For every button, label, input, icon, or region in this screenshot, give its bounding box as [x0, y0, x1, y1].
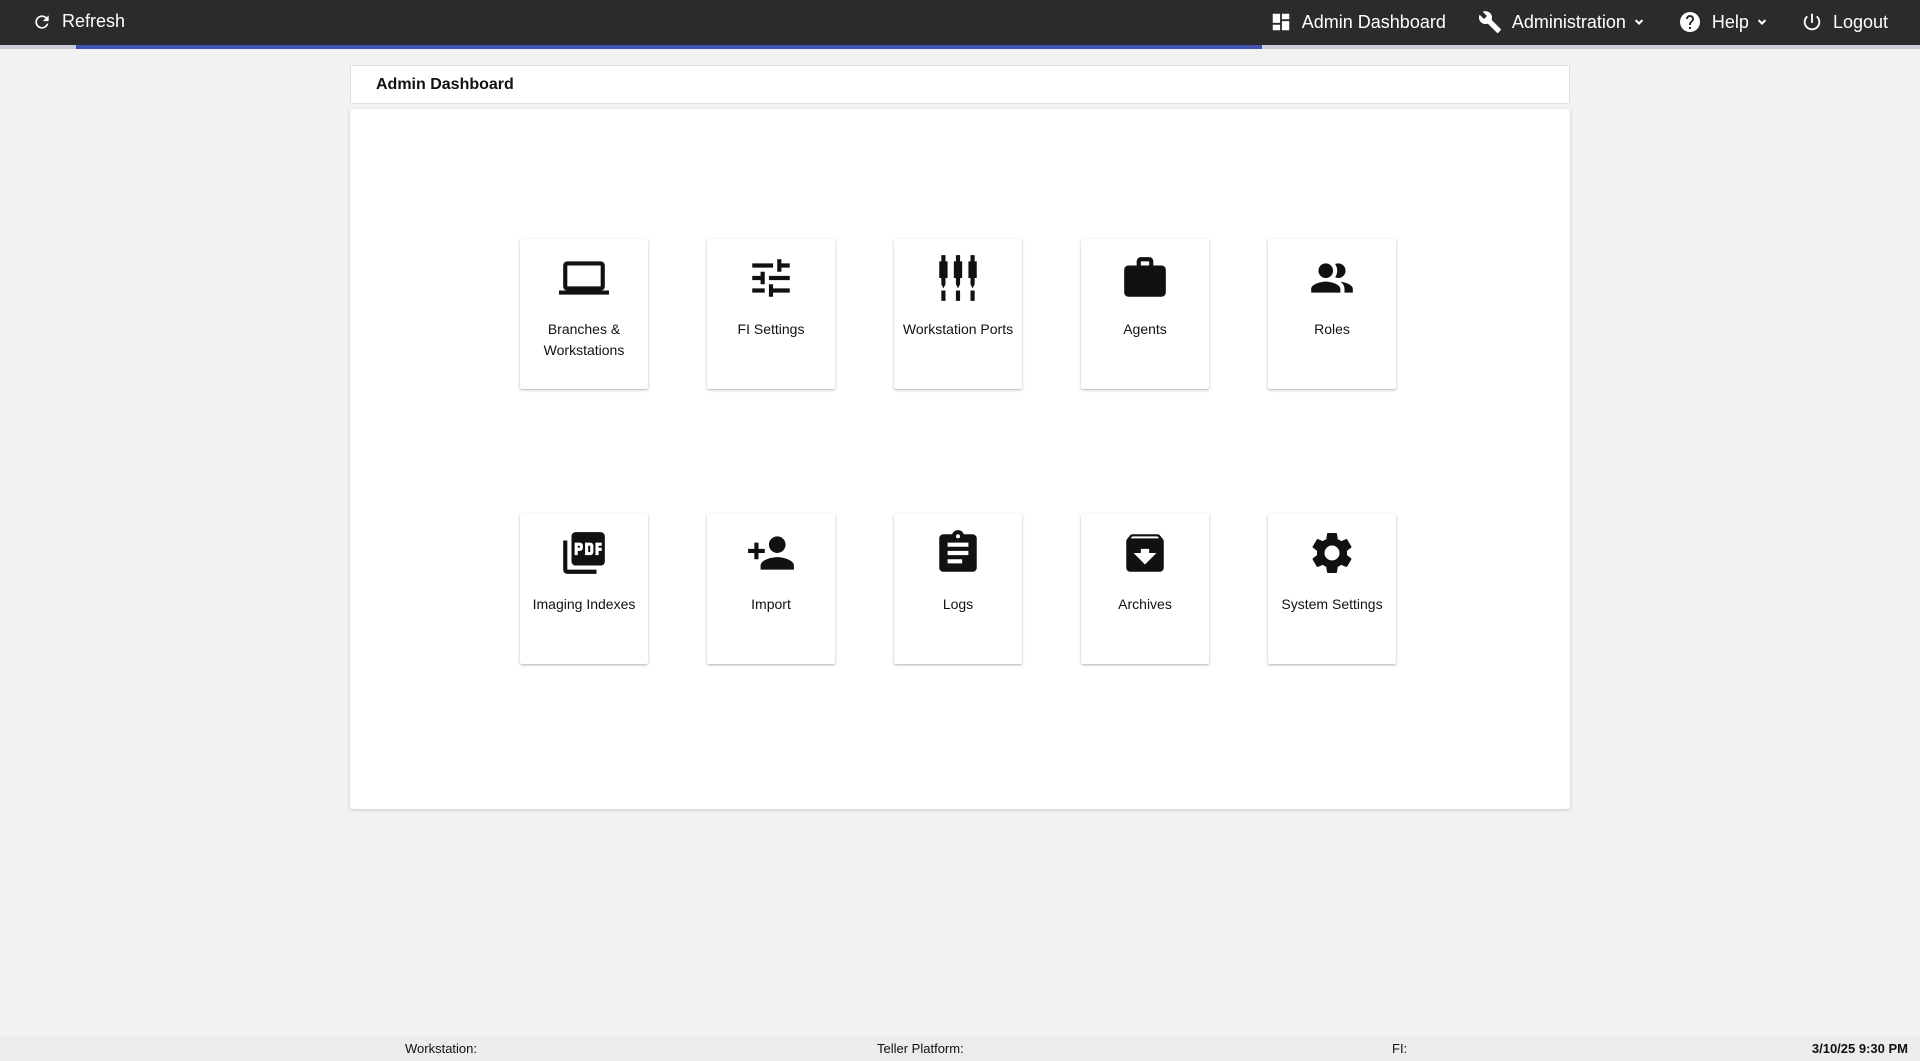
tile-workstation-ports[interactable]: Workstation Ports: [894, 239, 1022, 389]
people-icon: [1311, 263, 1353, 293]
tile-label: Roles: [1314, 321, 1350, 337]
tile-import[interactable]: Import: [707, 514, 835, 664]
tile-label: Agents: [1123, 321, 1167, 337]
page-title-panel: Admin Dashboard: [350, 65, 1570, 104]
datetime: 3/10/25 9:30 PM: [1811, 1041, 1908, 1056]
tile-roles[interactable]: Roles: [1268, 239, 1396, 389]
nav-admin-dashboard-label: Admin Dashboard: [1301, 11, 1446, 32]
nav-logout[interactable]: Logout: [1801, 11, 1888, 33]
tile-logs[interactable]: Logs: [894, 514, 1022, 664]
tile-label: System Settings: [1281, 596, 1383, 612]
progress-bar: [76, 45, 1262, 49]
tile-label: Archives: [1118, 596, 1172, 612]
tune-icon: [752, 259, 790, 297]
nav-admin-dashboard[interactable]: Admin Dashboard: [1270, 11, 1446, 33]
ports-icon: [939, 255, 977, 301]
teller-platform-label: Teller Platform:: [877, 1041, 964, 1056]
top-toolbar: Refresh Admin Dashboard Administration H…: [0, 0, 1920, 45]
tile-fi-settings[interactable]: FI Settings: [707, 239, 835, 389]
tile-branches-workstations[interactable]: Branches & Workstations: [520, 239, 648, 389]
gear-icon: [1312, 532, 1352, 573]
wrench-icon: [1478, 11, 1501, 33]
tile-agents[interactable]: Agents: [1081, 239, 1209, 389]
dashboard-icon: [1272, 13, 1290, 31]
status-bar: Workstation: Teller Platform: FI: 3/10/2…: [0, 1036, 1920, 1061]
page-title: Admin Dashboard: [376, 75, 514, 93]
refresh-icon: [35, 14, 49, 29]
nav-administration[interactable]: Administration: [1478, 10, 1646, 34]
tile-label: Workstation Ports: [902, 321, 1014, 337]
dashboard-panel: Branches & Workstations FI Settings Work…: [350, 109, 1570, 809]
workstation-label: Workstation:: [405, 1041, 478, 1056]
pdf-icon: [563, 532, 605, 574]
nav-help[interactable]: Help: [1678, 10, 1769, 34]
tile-label: Import: [751, 596, 791, 612]
chevron-down-icon: [1757, 19, 1767, 25]
power-icon: [1803, 13, 1821, 31]
fi-label: FI:: [1392, 1041, 1408, 1056]
tile-label: Logs: [942, 596, 974, 612]
tile-imaging-indexes[interactable]: Imaging Indexes: [520, 514, 648, 664]
help-circle-icon: [1679, 12, 1700, 32]
chevron-down-icon: [1634, 19, 1644, 25]
archive-icon: [1126, 534, 1164, 572]
tile-label: Branches & Workstations: [543, 321, 625, 358]
briefcase-icon: [1124, 257, 1166, 297]
nav-administration-label: Administration: [1511, 11, 1626, 32]
nav-logout-label: Logout: [1832, 11, 1888, 32]
tile-label: Imaging Indexes: [532, 596, 636, 612]
refresh-label: Refresh: [62, 11, 126, 31]
clipboard-icon: [939, 530, 977, 572]
laptop-icon: [559, 261, 609, 295]
tile-grid: Branches & Workstations FI Settings Work…: [520, 239, 1396, 664]
person-add-icon: [748, 536, 794, 570]
nav-help-label: Help: [1711, 11, 1749, 32]
tile-system-settings[interactable]: System Settings: [1268, 514, 1396, 664]
tile-archives[interactable]: Archives: [1081, 514, 1209, 664]
tile-label: FI Settings: [737, 321, 805, 337]
refresh-button[interactable]: Refresh: [32, 11, 125, 32]
